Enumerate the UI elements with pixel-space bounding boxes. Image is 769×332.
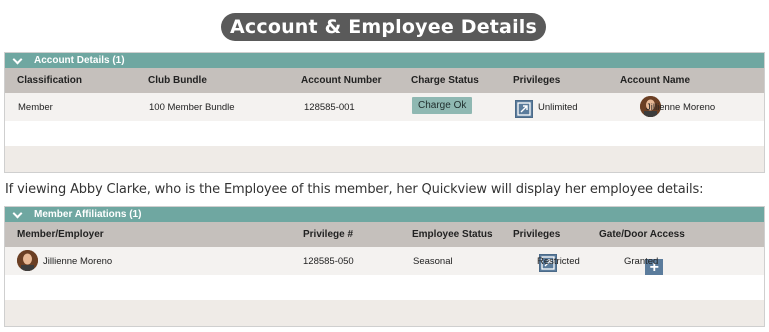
page-title: Account & Employee Details <box>221 13 546 41</box>
col-classification[interactable]: Classification <box>17 75 82 86</box>
col-charge-status[interactable]: Charge Status <box>411 75 479 86</box>
account-name-value[interactable]: Jillienne Moreno <box>646 102 715 113</box>
table-row-empty <box>5 275 764 300</box>
table-row-empty <box>5 146 764 172</box>
chevron-down-icon[interactable] <box>13 56 22 65</box>
privilege-number-value: 128585-050 <box>303 256 354 267</box>
account-details-panel: Account Details (1) Classification Club … <box>4 52 765 173</box>
classification-value: Member <box>18 102 53 113</box>
avatar <box>17 250 38 271</box>
col-employee-status[interactable]: Employee Status <box>412 229 493 240</box>
account-details-header[interactable]: Account Details (1) <box>5 53 764 68</box>
employee-status-value: Seasonal <box>413 256 453 267</box>
table-row-empty <box>5 121 764 146</box>
col-account-number[interactable]: Account Number <box>301 75 382 86</box>
club-bundle-value: 100 Member Bundle <box>149 102 235 113</box>
table-row[interactable]: Jillienne Moreno 128585-050 Seasonal Res… <box>5 247 764 277</box>
member-affiliations-panel: Member Affiliations (1) Member/Employer … <box>4 206 765 327</box>
member-employer-value[interactable]: Jillienne Moreno <box>43 256 112 267</box>
member-affiliations-title: Member Affiliations (1) <box>34 209 142 220</box>
chevron-down-icon[interactable] <box>13 210 22 219</box>
table-row[interactable]: Member 100 Member Bundle 128585-001 Char… <box>5 93 764 121</box>
caption-text: If viewing Abby Clarke, who is the Emplo… <box>5 182 704 197</box>
col-privilege-number[interactable]: Privilege # <box>303 229 353 240</box>
gate-access-value: Granted <box>624 256 659 267</box>
affiliations-column-headers: Member/Employer Privilege # Employee Sta… <box>5 222 764 247</box>
col-privileges[interactable]: Privileges <box>513 229 560 240</box>
account-number-value: 128585-001 <box>304 102 355 113</box>
col-club-bundle[interactable]: Club Bundle <box>148 75 207 86</box>
account-details-title: Account Details (1) <box>34 55 125 66</box>
col-privileges[interactable]: Privileges <box>513 75 560 86</box>
privileges-value: Restricted <box>537 256 580 267</box>
member-affiliations-header[interactable]: Member Affiliations (1) <box>5 207 764 222</box>
col-account-name[interactable]: Account Name <box>620 75 690 86</box>
col-gate-door-access[interactable]: Gate/Door Access <box>599 229 685 240</box>
table-row-empty <box>5 300 764 326</box>
charge-status-badge: Charge Ok <box>412 97 473 114</box>
privileges-value: Unlimited <box>538 102 578 113</box>
account-column-headers: Classification Club Bundle Account Numbe… <box>5 68 764 93</box>
privileges-unlimited-icon[interactable] <box>515 100 533 118</box>
col-member-employer[interactable]: Member/Employer <box>17 229 104 240</box>
